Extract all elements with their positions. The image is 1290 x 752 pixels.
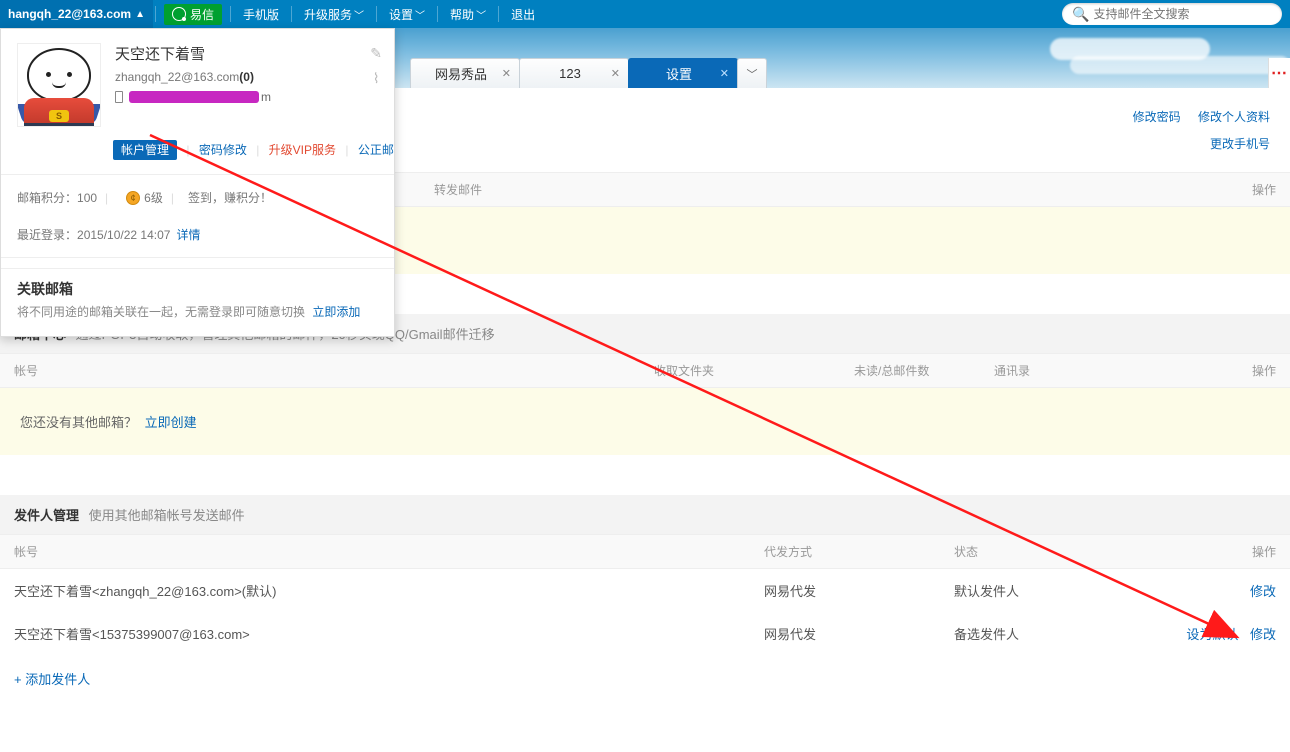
coin-icon: ¢: [126, 191, 140, 205]
help-link[interactable]: 帮助﹀: [440, 0, 496, 28]
signin-link[interactable]: 签到，赚积分！: [188, 189, 272, 206]
linked-title: 关联邮箱: [17, 279, 378, 299]
col-account: 帐号: [14, 362, 654, 379]
search-box[interactable]: 🔍: [1062, 3, 1282, 25]
edit-icon[interactable]: ✎: [370, 45, 382, 62]
change-phone-link[interactable]: 更改手机号: [1210, 137, 1270, 151]
chevron-down-icon: ﹀: [354, 7, 364, 22]
sender-account: 天空还下着雪<zhangqh_22@163.com>(默认): [14, 581, 764, 600]
link-icon[interactable]: ⌇: [370, 70, 382, 87]
login-detail-link[interactable]: 详情: [176, 226, 200, 243]
col-status: 状态: [954, 543, 1115, 560]
col-unread: 未读/总邮件数: [854, 362, 994, 379]
sender-status: 备选发件人: [954, 624, 1178, 643]
create-now-link[interactable]: 立即创建: [145, 415, 197, 430]
account-quick-links: 帐户管理 | 密码修改 | 升级VIP服务 | 公正邮: [1, 137, 394, 170]
sender-subtitle: 使用其他邮箱帐号发送邮件: [89, 508, 245, 523]
tab-label: 设置: [666, 64, 692, 83]
search-input[interactable]: [1093, 7, 1272, 21]
modify-link[interactable]: 修改: [1250, 627, 1276, 642]
sender-method: 网易代发: [764, 581, 954, 600]
col-account: 帐号: [14, 543, 764, 560]
close-icon[interactable]: ✕: [611, 67, 620, 80]
points-row: 邮箱积分： 100 | ¢ 6级 | 签到，赚积分！: [1, 179, 394, 216]
sender-status: 默认发件人: [954, 581, 1242, 600]
tab-xiupin[interactable]: 网易秀品 ✕: [410, 58, 520, 88]
tab-more[interactable]: ﹀: [737, 58, 767, 88]
sender-title: 发件人管理: [14, 508, 79, 523]
tab-settings[interactable]: 设置 ✕: [628, 58, 738, 88]
phone-icon: [115, 91, 123, 103]
last-login-row: 最近登录： 2015/10/22 14:07 详情: [1, 216, 394, 253]
tab-label: 网易秀品: [435, 64, 487, 83]
col-action: 操作: [1115, 543, 1276, 560]
col-folder: 收取文件夹: [654, 362, 854, 379]
col-forward: 转发邮件: [434, 181, 855, 198]
sender-row: 天空还下着雪<15375399007@163.com> 网易代发 备选发件人 设…: [0, 612, 1290, 655]
cloud-decoration: [1070, 56, 1290, 74]
linked-subtitle: 将不同用途的邮箱关联在一起，无需登录即可随意切换 立即添加: [17, 303, 378, 320]
account-dropdown-panel: S 天空还下着雪 zhangqh_22@163.com(0) m ✎ ⌇ 帐户管…: [0, 28, 395, 337]
tab-label: 123: [559, 66, 581, 81]
account-email: hangqh_22@163.com: [8, 7, 131, 21]
yixin-button[interactable]: 易信: [164, 4, 222, 25]
sender-row: 天空还下着雪<zhangqh_22@163.com>(默认) 网易代发 默认发件…: [0, 569, 1290, 612]
sender-account: 天空还下着雪<15375399007@163.com>: [14, 624, 764, 643]
mobile-link[interactable]: 手机版: [233, 0, 289, 28]
col-action: 操作: [855, 181, 1276, 198]
tab-strip: 网易秀品 ✕ 123 ✕ 设置 ✕ ﹀: [410, 58, 766, 88]
redacted-text: [129, 91, 259, 103]
close-icon[interactable]: ✕: [720, 67, 729, 80]
change-password-link[interactable]: 密码修改: [199, 143, 247, 157]
pop-table-header: 帐号 收取文件夹 未读/总邮件数 通讯录 操作: [0, 353, 1290, 388]
chevron-down-icon: ﹀: [476, 7, 486, 22]
sender-section-header: 发件人管理 使用其他邮箱帐号发送邮件: [0, 495, 1290, 534]
col-action: 操作: [1134, 362, 1276, 379]
change-profile-link[interactable]: 修改个人资料: [1198, 110, 1270, 124]
top-bar: hangqh_22@163.com ▲ 易信 手机版 升级服务﹀ 设置﹀ 帮助﹀…: [0, 0, 1290, 28]
account-manage-button[interactable]: 帐户管理: [113, 140, 177, 160]
close-icon[interactable]: ✕: [502, 67, 511, 80]
sender-table-header: 帐号 代发方式 状态 操作: [0, 534, 1290, 569]
linked-mailbox-section: 关联邮箱 将不同用途的邮箱关联在一起，无需登录即可随意切换 立即添加: [1, 268, 394, 322]
logout-link[interactable]: 退出: [501, 0, 545, 28]
account-email-line: zhangqh_22@163.com(0): [115, 70, 378, 84]
modify-link[interactable]: 修改: [1250, 584, 1276, 599]
sender-method: 网易代发: [764, 624, 954, 643]
account-email-dropdown[interactable]: hangqh_22@163.com ▲: [0, 0, 153, 28]
chevron-up-icon: ▲: [135, 9, 145, 20]
pop-empty-state: 您还没有其他邮箱？ 立即创建: [0, 388, 1290, 455]
settings-link[interactable]: 设置﹀: [379, 0, 435, 28]
set-default-link[interactable]: 设为默认: [1186, 627, 1238, 642]
more-actions-button[interactable]: ⋯: [1268, 58, 1290, 88]
search-icon: 🔍: [1072, 6, 1089, 23]
add-linked-mailbox-link[interactable]: 立即添加: [312, 305, 360, 319]
col-contacts: 通讯录: [994, 362, 1134, 379]
add-sender-link[interactable]: + 添加发件人: [0, 655, 1290, 702]
bound-phone: m: [115, 90, 378, 104]
notary-mail-link[interactable]: 公正邮: [358, 143, 394, 157]
tab-123[interactable]: 123 ✕: [519, 58, 629, 88]
upgrade-vip-link[interactable]: 升级VIP服务: [269, 143, 336, 157]
change-password-link[interactable]: 修改密码: [1133, 110, 1181, 124]
yixin-label: 易信: [190, 6, 214, 23]
upgrade-link[interactable]: 升级服务﹀: [294, 0, 374, 28]
chevron-down-icon: ﹀: [747, 66, 758, 82]
yixin-icon: [172, 7, 186, 21]
account-nickname: 天空还下着雪: [115, 43, 378, 64]
chevron-down-icon: ﹀: [415, 7, 425, 22]
col-method: 代发方式: [764, 543, 954, 560]
avatar[interactable]: S: [17, 43, 101, 127]
